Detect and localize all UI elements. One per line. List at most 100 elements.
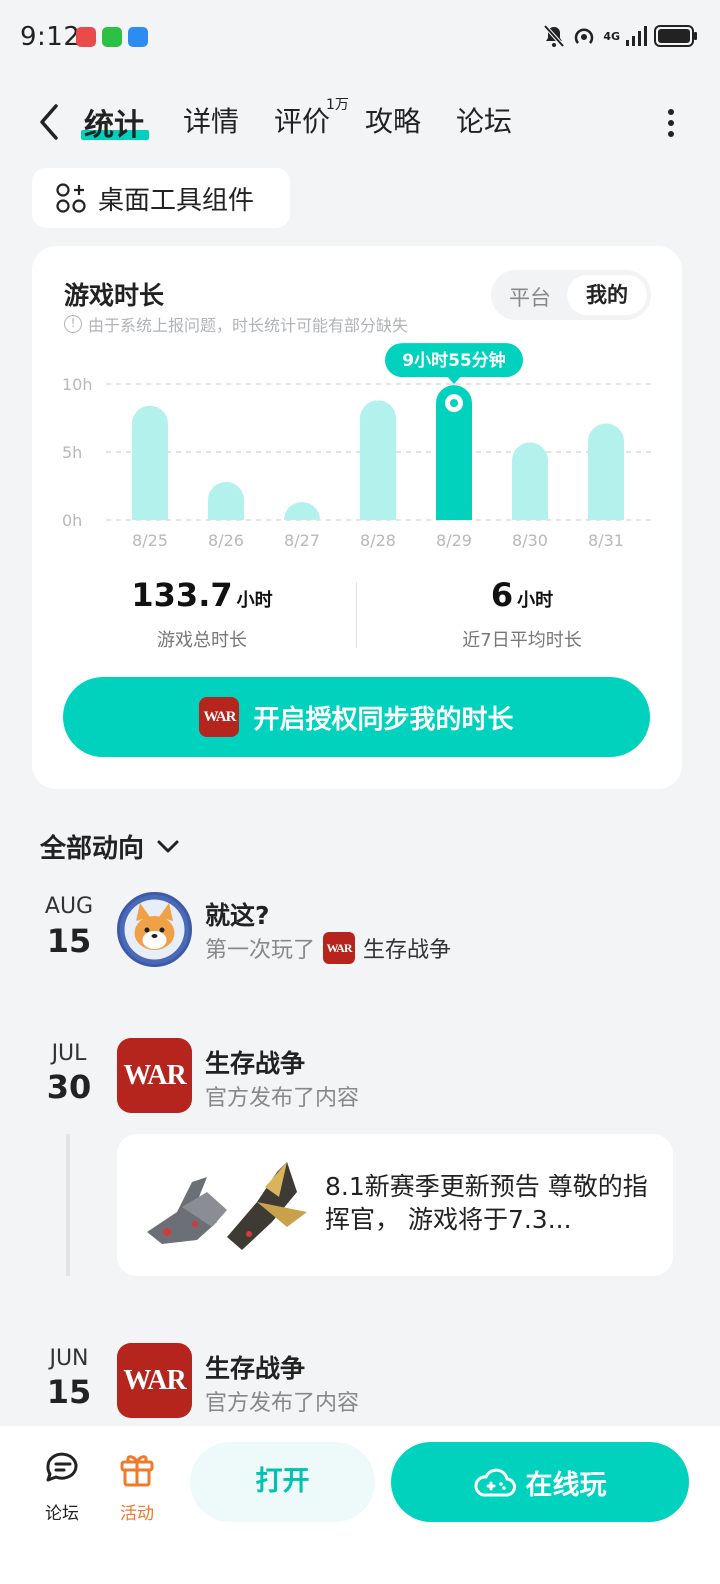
more-menu-icon[interactable] <box>666 108 676 138</box>
average-time-label: 近7日平均时长 <box>462 630 582 651</box>
tab-reviews[interactable]: 评价 <box>274 100 330 140</box>
game-logo-icon[interactable]: WAR <box>117 1343 192 1418</box>
sync-button-label: 开启授权同步我的时长 <box>253 704 514 735</box>
post-card[interactable]: 8.1新赛季更新预告 尊敬的指挥官， 游戏将于7.3... <box>117 1134 673 1276</box>
tab-guides[interactable]: 攻略 <box>365 100 421 140</box>
y-tick-label: 0h <box>62 511 82 530</box>
average-time-value: 6 <box>490 576 514 614</box>
source-toggle: 平台 我的 <box>491 270 651 320</box>
tab-details[interactable]: 详情 <box>183 100 239 140</box>
status-time: 9:12 <box>20 22 81 52</box>
bottom-action-bar: 论坛 活动 打开 在线玩 <box>0 1426 720 1584</box>
feed-subtitle: 官方发布了内容 <box>205 1086 360 1111</box>
tooltip-pointer <box>447 376 461 385</box>
tooltip-text: 9小时55分钟 <box>402 350 506 371</box>
average-time-stat: 6 小时 近7日平均时长 <box>422 576 622 652</box>
average-time-unit: 小时 <box>517 590 554 611</box>
game-name-link[interactable]: 生存战争 <box>363 932 451 964</box>
reviews-count-badge: 1万 <box>326 97 349 113</box>
y-tick-label: 10h <box>62 375 93 394</box>
chart-bar <box>512 442 548 520</box>
x-tick-label: 8/26 <box>208 531 244 550</box>
shiba-avatar-icon <box>124 899 185 960</box>
stat-divider <box>356 582 357 648</box>
widget-label: 桌面工具组件 <box>98 185 255 216</box>
tab-stats[interactable]: 统计 <box>84 100 144 144</box>
x-tick-label: 8/25 <box>132 531 168 550</box>
network-type: 4G <box>603 29 620 43</box>
mech-artwork-thumbnail <box>147 1162 307 1250</box>
x-tick-label: 8/27 <box>284 531 320 550</box>
back-arrow-icon[interactable] <box>32 102 66 142</box>
message-notification-icon <box>128 27 148 47</box>
play-time-card: 游戏时长 ! 由于系统上报问题，时长统计可能有部分缺失 平台 我的 0h 5h 10… <box>32 246 682 789</box>
card-note: ! 由于系统上报问题，时长统计可能有部分缺失 <box>64 312 408 336</box>
notification-icons <box>76 27 148 47</box>
chart-bar <box>208 481 244 520</box>
toggle-mine[interactable]: 我的 <box>567 275 647 315</box>
sync-playtime-button[interactable]: WAR 开启授权同步我的时长 <box>63 677 650 757</box>
user-avatar[interactable] <box>117 892 192 967</box>
activity-button[interactable]: 活动 <box>107 1448 167 1524</box>
card-note-text: 由于系统上报问题，时长统计可能有部分缺失 <box>88 316 409 335</box>
gift-icon <box>120 1455 154 1487</box>
x-tick-label: 8/30 <box>512 531 548 550</box>
wechat-notification-icon <box>102 27 122 47</box>
total-time-unit: 小时 <box>236 590 273 611</box>
x-tick-label: 8/28 <box>360 531 396 550</box>
chart-bar <box>588 423 624 520</box>
feed-month: JUL <box>51 1041 87 1066</box>
chart-bar <box>284 502 320 520</box>
cloud-gamepad-icon <box>474 1468 516 1497</box>
y-tick-label: 5h <box>62 443 82 462</box>
x-tick-label: 8/29 <box>436 531 472 550</box>
feed-title: 生存战争 <box>205 1354 306 1383</box>
card-title: 游戏时长 <box>64 281 165 310</box>
tab-forum[interactable]: 论坛 <box>456 100 512 140</box>
total-time-stat: 133.7 小时 游戏总时长 <box>102 576 302 652</box>
feed-filter-label: 全部动向 <box>40 834 145 864</box>
timeline-line <box>66 1134 70 1276</box>
hotspot-icon <box>575 28 594 44</box>
total-time-label: 游戏总时长 <box>157 630 247 651</box>
activity-label: 活动 <box>120 1504 154 1524</box>
feed-day: 15 <box>46 1373 92 1411</box>
feed-day: 30 <box>46 1068 92 1106</box>
status-bar: 9:12 4G <box>0 0 720 78</box>
forum-chat-icon <box>46 1452 78 1482</box>
status-icons: 4G <box>543 24 698 48</box>
total-time-value: 133.7 <box>131 576 233 614</box>
toggle-platform[interactable]: 平台 <box>509 282 551 312</box>
game-logo-icon: WAR <box>199 697 240 737</box>
chevron-down-icon <box>157 840 179 852</box>
feed-month: JUN <box>49 1346 89 1371</box>
chart-bar <box>132 405 168 520</box>
play-online-button[interactable]: 在线玩 <box>391 1442 689 1522</box>
post-text: 8.1新赛季更新预告 尊敬的指挥官， 游戏将于7.3... <box>325 1172 648 1234</box>
signal-icon <box>626 26 647 46</box>
top-nav: 统计 详情 评价 1万 攻略 论坛 <box>0 88 720 154</box>
battery-icon <box>654 25 697 47</box>
feed-title: 就这? <box>205 901 270 930</box>
feed-month: AUG <box>44 894 94 919</box>
desktop-widget-button[interactable]: 桌面工具组件 <box>32 168 290 228</box>
game-logo-icon[interactable]: WAR <box>117 1038 192 1113</box>
info-icon: ! <box>64 315 82 333</box>
feed-filter-dropdown[interactable]: 全部动向 <box>40 828 180 865</box>
feed-day: 15 <box>46 922 92 960</box>
x-tick-label: 8/31 <box>588 531 624 550</box>
feed-subtitle: 官方发布了内容 <box>205 1391 360 1416</box>
feed-title: 生存战争 <box>205 1049 306 1078</box>
play-time-chart: 0h 5h 10h 8/25 8/26 8/27 8/28 8/29 9小时55分钟 8/30 8/… <box>62 343 652 550</box>
highlight-marker-dot <box>450 399 458 408</box>
widget-grid-icon <box>56 183 86 213</box>
chart-bar <box>360 400 397 520</box>
forum-label: 论坛 <box>45 1504 79 1524</box>
open-button[interactable]: 打开 <box>190 1442 375 1522</box>
forum-button[interactable]: 论坛 <box>32 1448 92 1524</box>
game-logo-icon: WAR <box>323 932 356 964</box>
play-online-label: 在线玩 <box>525 1469 607 1501</box>
mute-bell-icon <box>543 24 565 48</box>
app-notification-icon <box>76 27 96 47</box>
feed-subtitle: 第一次玩了 WAR 生存战争 <box>205 932 451 964</box>
